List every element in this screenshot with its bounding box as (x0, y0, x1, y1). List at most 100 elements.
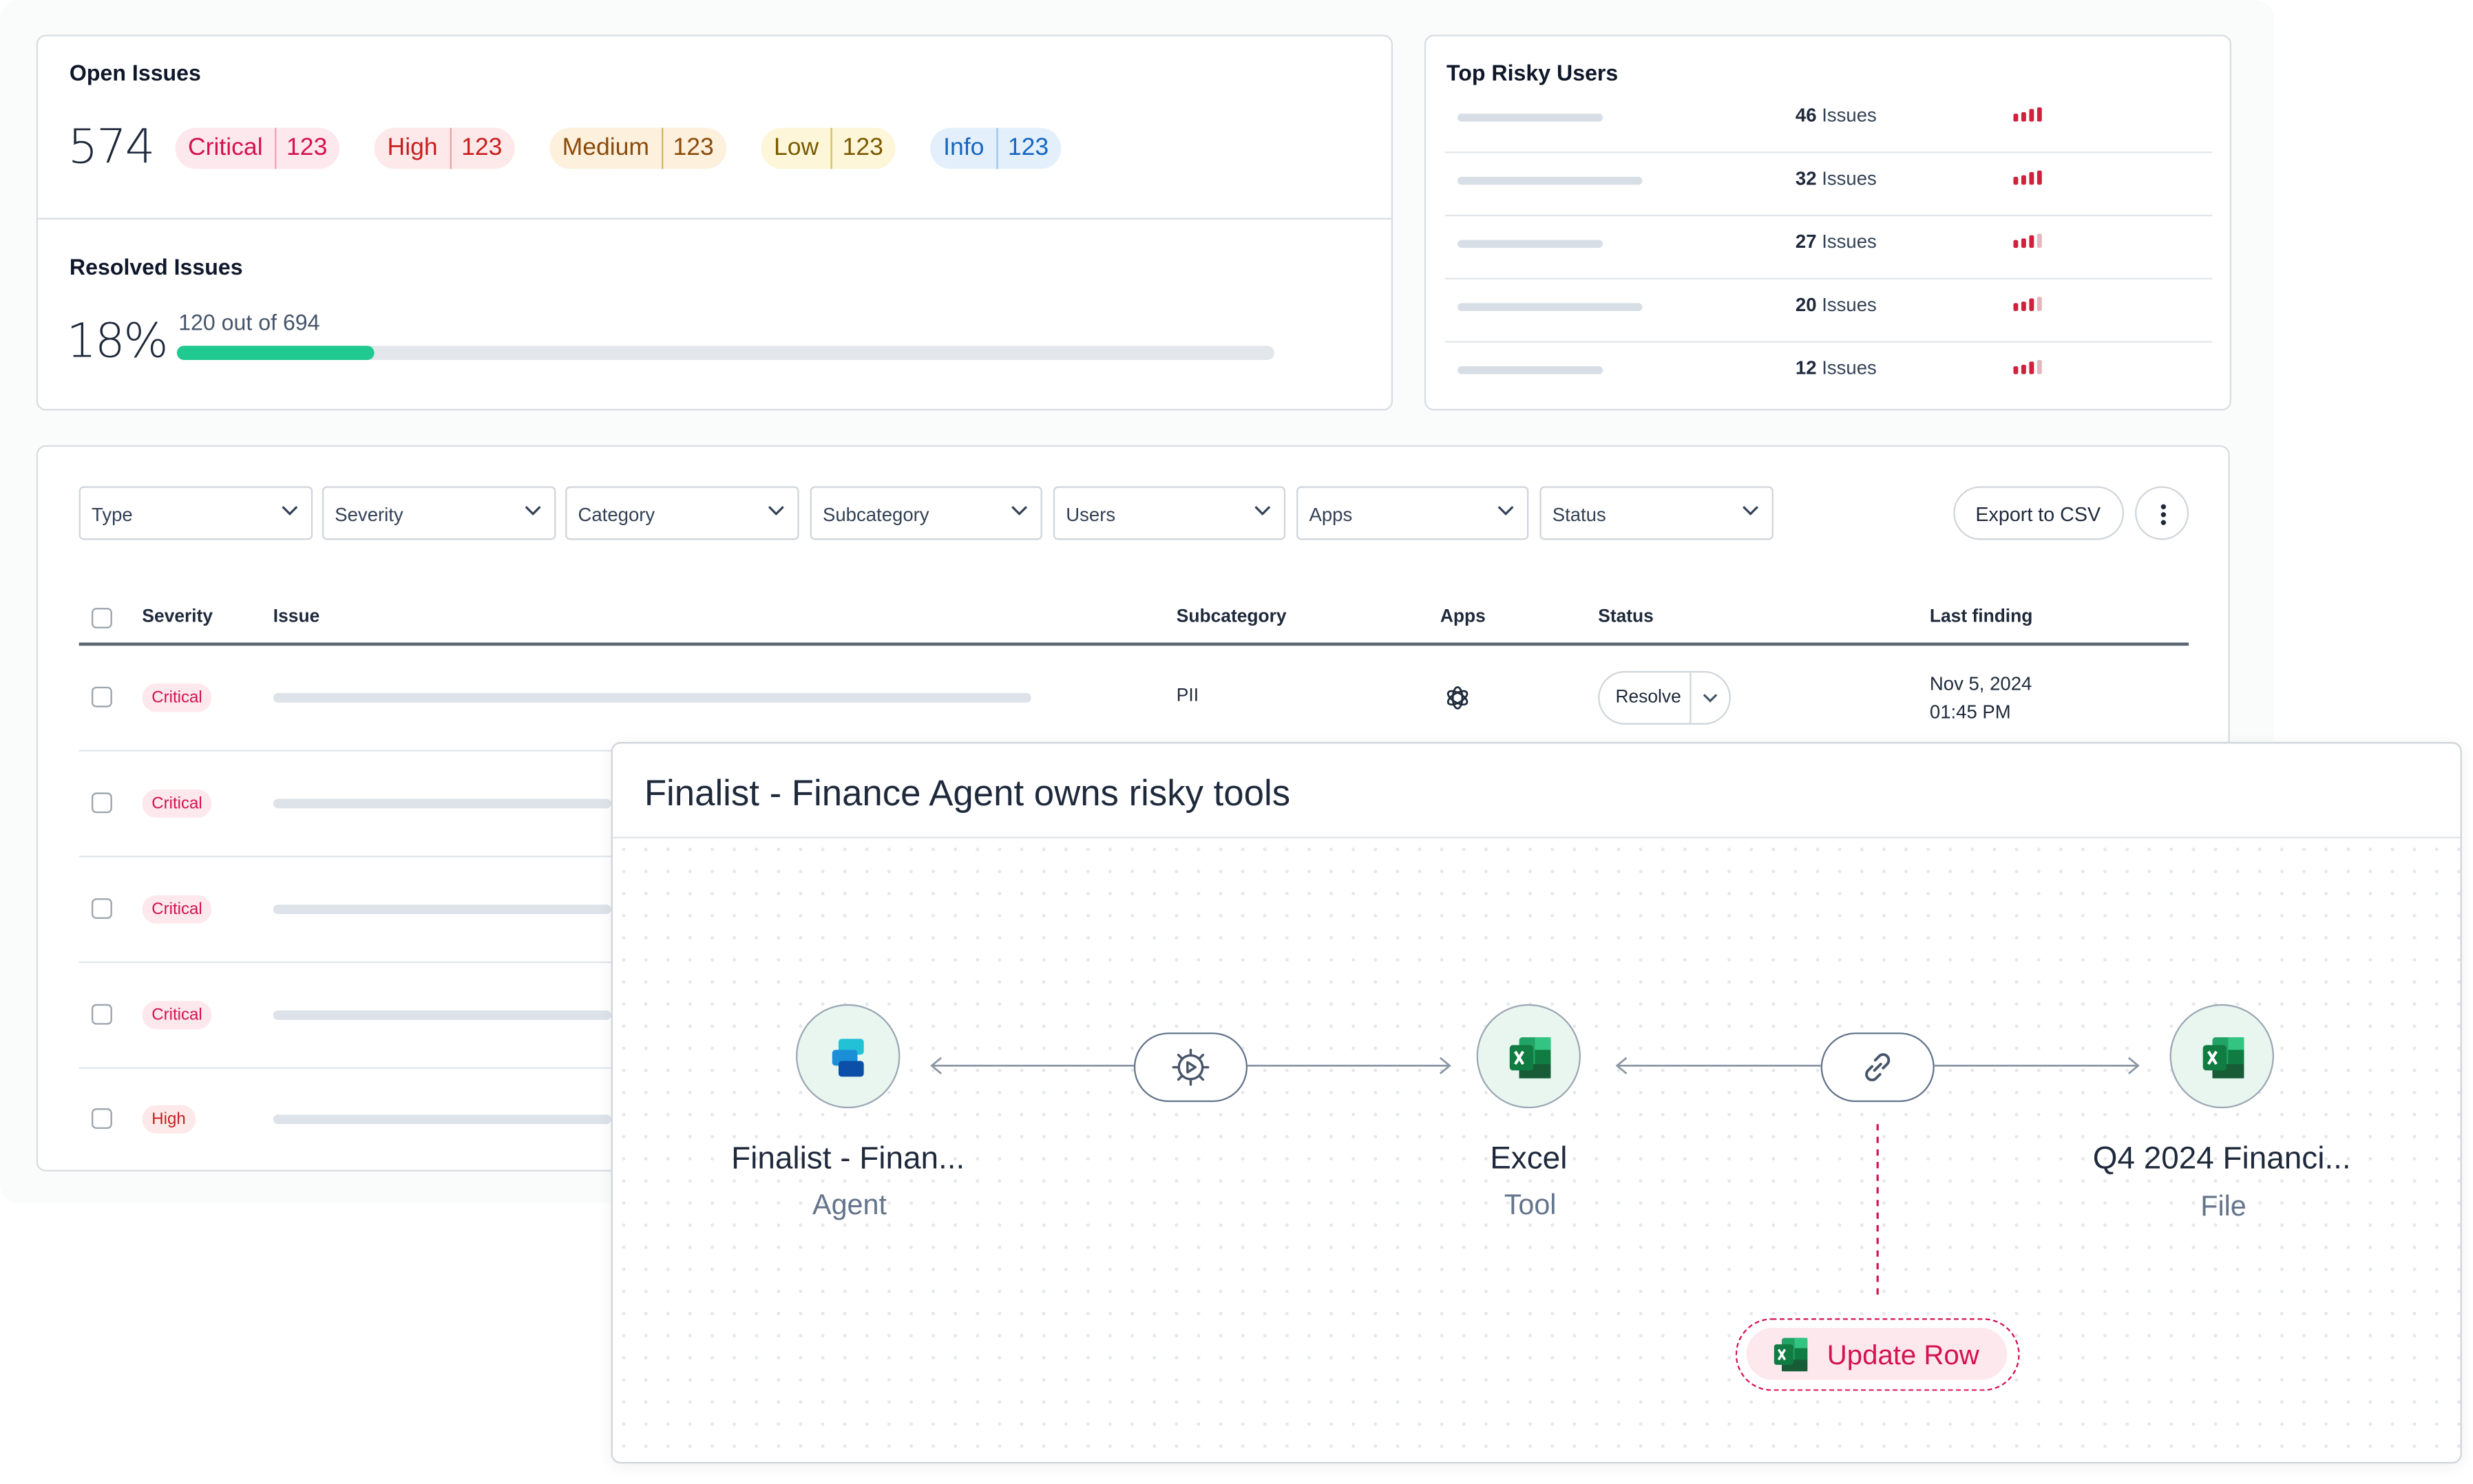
severity-badge-label: High (387, 134, 438, 161)
excel-file-icon (2202, 1037, 2244, 1079)
column-header-severity[interactable]: Severity (142, 608, 213, 627)
filter-type-dropdown[interactable]: Type (78, 486, 313, 540)
risk-signal-icon (2013, 297, 2042, 311)
filter-label: Severity (335, 503, 403, 526)
column-header-apps[interactable]: Apps (1440, 608, 1486, 627)
more-options-button[interactable] (2135, 486, 2189, 540)
filter-category-dropdown[interactable]: Category (565, 486, 799, 540)
column-header-last-finding[interactable]: Last finding (1930, 608, 2032, 627)
filter-severity-dropdown[interactable]: Severity (322, 486, 556, 540)
user-issue-count: 20 Issues (1796, 294, 1877, 316)
issues-summary-card: Open Issues 574 Critical 123 High 123 Medium… (36, 34, 1393, 411)
filter-label: Users (1066, 503, 1116, 526)
resolved-percent: 18% (66, 314, 168, 370)
chevron-down-icon (1497, 506, 1514, 516)
row-checkbox[interactable] (92, 792, 112, 814)
open-issues-title: Open Issues (69, 60, 201, 85)
column-header-subcategory[interactable]: Subcategory (1177, 608, 1287, 627)
top-risky-users-title: Top Risky Users (1446, 60, 1619, 85)
severity-badge-medium[interactable]: Medium 123 (549, 127, 727, 169)
resolve-split-button: Resolve (1598, 670, 1731, 725)
graph-overlay-panel: Finalist - Finance Agent owns risky tool… (611, 742, 2462, 1464)
filter-apps-dropdown[interactable]: Apps (1296, 486, 1529, 540)
issue-count-unit: Issues (1822, 293, 1877, 316)
filter-status-dropdown[interactable]: Status (1539, 486, 1774, 540)
tool-node[interactable] (1476, 1004, 1581, 1109)
filter-users-dropdown[interactable]: Users (1053, 486, 1286, 540)
chevron-down-icon (525, 506, 541, 516)
user-name-placeholder (1458, 366, 1603, 374)
chevron-down-icon (1254, 506, 1271, 516)
progress-text: 120 out of 694 (178, 309, 320, 335)
severity-badge-label: Low (773, 134, 819, 161)
severity-badges: Critical 123 High 123 Medium 123 Low 123 Info 123 (175, 127, 1096, 169)
row-checkbox[interactable] (92, 898, 112, 919)
last-finding-date: Nov 5, 2024 (1929, 672, 2032, 695)
progress-track (176, 346, 1275, 360)
openai-icon (1446, 686, 1469, 710)
row-checkbox[interactable] (92, 686, 112, 708)
severity-badge-count: 123 (673, 134, 714, 161)
agent-node-name: Finalist - Finan... (731, 1141, 965, 1176)
filter-subcategory-dropdown[interactable]: Subcategory (810, 486, 1042, 540)
file-node-name: Q4 2024 Financi... (2092, 1141, 2351, 1176)
export-csv-label: Export to CSV (1975, 503, 2101, 526)
severity-badge-count: 123 (461, 134, 503, 161)
update-row-action[interactable]: Update Row (1735, 1318, 2020, 1391)
user-issue-count: 46 Issues (1796, 104, 1877, 126)
link-icon (1865, 1053, 1891, 1081)
resolve-button[interactable]: Resolve (1615, 688, 1681, 708)
export-csv-button[interactable]: Export to CSV (1953, 486, 2125, 540)
agent-tool-connector[interactable] (1133, 1032, 1248, 1103)
risky-user-row[interactable]: 20 Issues (1444, 278, 2213, 343)
risky-user-row[interactable]: 32 Issues (1444, 151, 2213, 217)
cell-subcategory: PII (1176, 686, 1199, 706)
user-name-placeholder (1458, 114, 1603, 122)
filter-label: Type (92, 503, 133, 526)
gear-play-icon (1172, 1048, 1210, 1086)
card-divider (38, 218, 1391, 220)
row-checkbox[interactable] (92, 1108, 112, 1129)
chevron-down-icon (1011, 506, 1028, 516)
issue-text-placeholder (273, 904, 611, 915)
filter-label: Subcategory (823, 503, 929, 526)
column-header-status[interactable]: Status (1598, 608, 1654, 627)
row-divider (78, 961, 611, 964)
issue-count-value: 27 (1795, 230, 1817, 253)
user-issue-count: 12 Issues (1796, 357, 1877, 379)
row-checkbox[interactable] (92, 1004, 112, 1025)
severity-badge-label: Medium (562, 134, 650, 161)
file-node[interactable] (2169, 1004, 2274, 1109)
severity-badge-label: Critical (187, 134, 263, 161)
resolve-divider (1690, 672, 1692, 723)
chevron-down-icon[interactable] (1703, 693, 1718, 703)
filter-label: Category (578, 503, 655, 526)
issue-text-placeholder (273, 1010, 611, 1020)
column-header-issue[interactable]: Issue (273, 608, 319, 627)
last-finding-time: 01:45 PM (1929, 701, 2011, 723)
issue-count-value: 32 (1795, 167, 1817, 190)
severity-badge-count: 123 (1007, 134, 1049, 161)
chevron-down-icon (282, 506, 298, 516)
user-name-placeholder (1458, 303, 1643, 311)
tool-file-connector[interactable] (1820, 1032, 1935, 1103)
agent-node[interactable] (796, 1004, 901, 1109)
issue-text-placeholder (273, 798, 611, 809)
risky-user-row[interactable]: 46 Issues (1444, 88, 2213, 153)
row-divider (78, 1067, 611, 1069)
severity-badge-count: 123 (842, 134, 883, 161)
severity-tag: Critical (142, 895, 212, 924)
issue-count-value: 46 (1795, 104, 1817, 127)
severity-badge-critical[interactable]: Critical 123 (175, 127, 340, 169)
file-node-type: File (2200, 1190, 2246, 1222)
issue-count-unit: Issues (1822, 167, 1877, 190)
issue-text-placeholder (273, 1114, 611, 1125)
severity-badge-info[interactable]: Info 123 (930, 127, 1062, 169)
risky-user-row[interactable]: 12 Issues (1445, 341, 2213, 404)
select-all-checkbox[interactable] (92, 608, 112, 628)
risky-user-row[interactable]: 27 Issues (1444, 215, 2213, 279)
severity-badge-low[interactable]: Low 123 (761, 127, 896, 169)
severity-badge-high[interactable]: High 123 (375, 127, 515, 169)
filter-label: Apps (1309, 503, 1353, 526)
severity-tag: Critical (142, 789, 212, 818)
